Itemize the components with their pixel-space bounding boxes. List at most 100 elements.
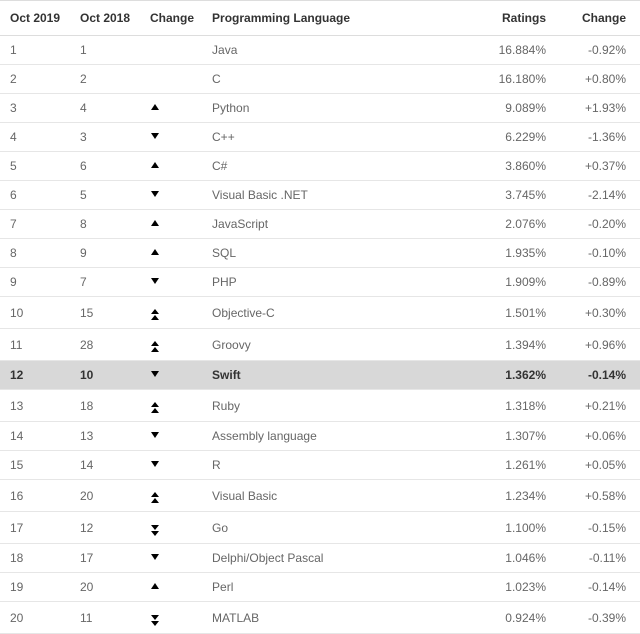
language-ranking-table: Oct 2019 Oct 2018 Change Programming Lan…	[0, 0, 640, 634]
cell-language: Python	[202, 94, 480, 123]
header-change-pct: Change	[560, 1, 640, 36]
cell-oct2019: 1	[0, 36, 70, 65]
cell-oct2018: 18	[70, 390, 140, 422]
header-language: Programming Language	[202, 1, 480, 36]
cell-language: PHP	[202, 268, 480, 297]
cell-language: MATLAB	[202, 602, 480, 634]
double-chevron-up-icon	[150, 492, 160, 504]
cell-oct2018: 3	[70, 123, 140, 152]
cell-oct2018: 7	[70, 268, 140, 297]
table-row: 78JavaScript2.076%-0.20%	[0, 210, 640, 239]
cell-language: C	[202, 65, 480, 94]
table-row: 97PHP1.909%-0.89%	[0, 268, 640, 297]
cell-oct2019: 13	[0, 390, 70, 422]
table-row: 1620Visual Basic1.234%+0.58%	[0, 480, 640, 512]
double-chevron-down-icon	[150, 614, 160, 626]
chevron-down-icon	[150, 188, 160, 202]
cell-trend	[140, 573, 202, 602]
cell-oct2019: 2	[0, 65, 70, 94]
cell-trend	[140, 123, 202, 152]
chevron-down-icon	[150, 275, 160, 289]
cell-change-pct: -0.14%	[560, 361, 640, 390]
cell-change-pct: +0.58%	[560, 480, 640, 512]
cell-oct2019: 5	[0, 152, 70, 181]
cell-trend	[140, 602, 202, 634]
cell-trend	[140, 329, 202, 361]
cell-language: Visual Basic	[202, 480, 480, 512]
table-header-row: Oct 2019 Oct 2018 Change Programming Lan…	[0, 1, 640, 36]
cell-trend	[140, 181, 202, 210]
table-row: 2011MATLAB0.924%-0.39%	[0, 602, 640, 634]
cell-language: Go	[202, 512, 480, 544]
cell-oct2019: 19	[0, 573, 70, 602]
cell-oct2019: 7	[0, 210, 70, 239]
table-row: 65Visual Basic .NET3.745%-2.14%	[0, 181, 640, 210]
cell-oct2018: 1	[70, 36, 140, 65]
table-row: 1712Go1.100%-0.15%	[0, 512, 640, 544]
cell-change-pct: -0.20%	[560, 210, 640, 239]
cell-language: C++	[202, 123, 480, 152]
cell-oct2019: 4	[0, 123, 70, 152]
cell-oct2019: 12	[0, 361, 70, 390]
cell-oct2019: 17	[0, 512, 70, 544]
cell-ratings: 1.935%	[480, 239, 560, 268]
cell-trend	[140, 94, 202, 123]
chevron-down-icon	[150, 551, 160, 565]
cell-oct2018: 5	[70, 181, 140, 210]
cell-ratings: 16.180%	[480, 65, 560, 94]
cell-oct2018: 28	[70, 329, 140, 361]
cell-trend	[140, 361, 202, 390]
cell-language: Assembly language	[202, 422, 480, 451]
chevron-up-icon	[150, 217, 160, 231]
cell-ratings: 6.229%	[480, 123, 560, 152]
cell-change-pct: -0.15%	[560, 512, 640, 544]
cell-oct2019: 6	[0, 181, 70, 210]
header-change-icon: Change	[140, 1, 202, 36]
header-oct2018: Oct 2018	[70, 1, 140, 36]
cell-change-pct: +1.93%	[560, 94, 640, 123]
cell-ratings: 1.362%	[480, 361, 560, 390]
double-chevron-down-icon	[150, 524, 160, 536]
table-row: 22C16.180%+0.80%	[0, 65, 640, 94]
chevron-down-icon	[150, 130, 160, 144]
cell-language: Visual Basic .NET	[202, 181, 480, 210]
table-row: 1413Assembly language1.307%+0.06%	[0, 422, 640, 451]
chevron-down-icon	[150, 458, 160, 472]
cell-trend	[140, 210, 202, 239]
cell-trend	[140, 422, 202, 451]
cell-ratings: 1.234%	[480, 480, 560, 512]
cell-oct2019: 3	[0, 94, 70, 123]
cell-trend	[140, 152, 202, 181]
cell-change-pct: +0.06%	[560, 422, 640, 451]
cell-change-pct: -0.14%	[560, 573, 640, 602]
cell-change-pct: -0.92%	[560, 36, 640, 65]
cell-oct2018: 9	[70, 239, 140, 268]
cell-language: SQL	[202, 239, 480, 268]
table-row: 1128Groovy1.394%+0.96%	[0, 329, 640, 361]
cell-language: JavaScript	[202, 210, 480, 239]
cell-language: Ruby	[202, 390, 480, 422]
table-row: 43C++6.229%-1.36%	[0, 123, 640, 152]
cell-oct2019: 9	[0, 268, 70, 297]
chevron-down-icon	[150, 429, 160, 443]
cell-change-pct: +0.30%	[560, 297, 640, 329]
cell-oct2018: 13	[70, 422, 140, 451]
double-chevron-up-icon	[150, 341, 160, 353]
cell-ratings: 1.501%	[480, 297, 560, 329]
cell-trend	[140, 65, 202, 94]
table-row: 1920Perl1.023%-0.14%	[0, 573, 640, 602]
cell-trend	[140, 239, 202, 268]
cell-oct2018: 12	[70, 512, 140, 544]
cell-ratings: 1.023%	[480, 573, 560, 602]
cell-trend	[140, 544, 202, 573]
cell-oct2018: 6	[70, 152, 140, 181]
cell-change-pct: +0.05%	[560, 451, 640, 480]
table-row: 11Java16.884%-0.92%	[0, 36, 640, 65]
double-chevron-up-icon	[150, 402, 160, 414]
cell-change-pct: -0.39%	[560, 602, 640, 634]
cell-oct2018: 15	[70, 297, 140, 329]
table-row: 1015Objective-C1.501%+0.30%	[0, 297, 640, 329]
cell-change-pct: -0.11%	[560, 544, 640, 573]
header-oct2019: Oct 2019	[0, 1, 70, 36]
cell-oct2019: 14	[0, 422, 70, 451]
